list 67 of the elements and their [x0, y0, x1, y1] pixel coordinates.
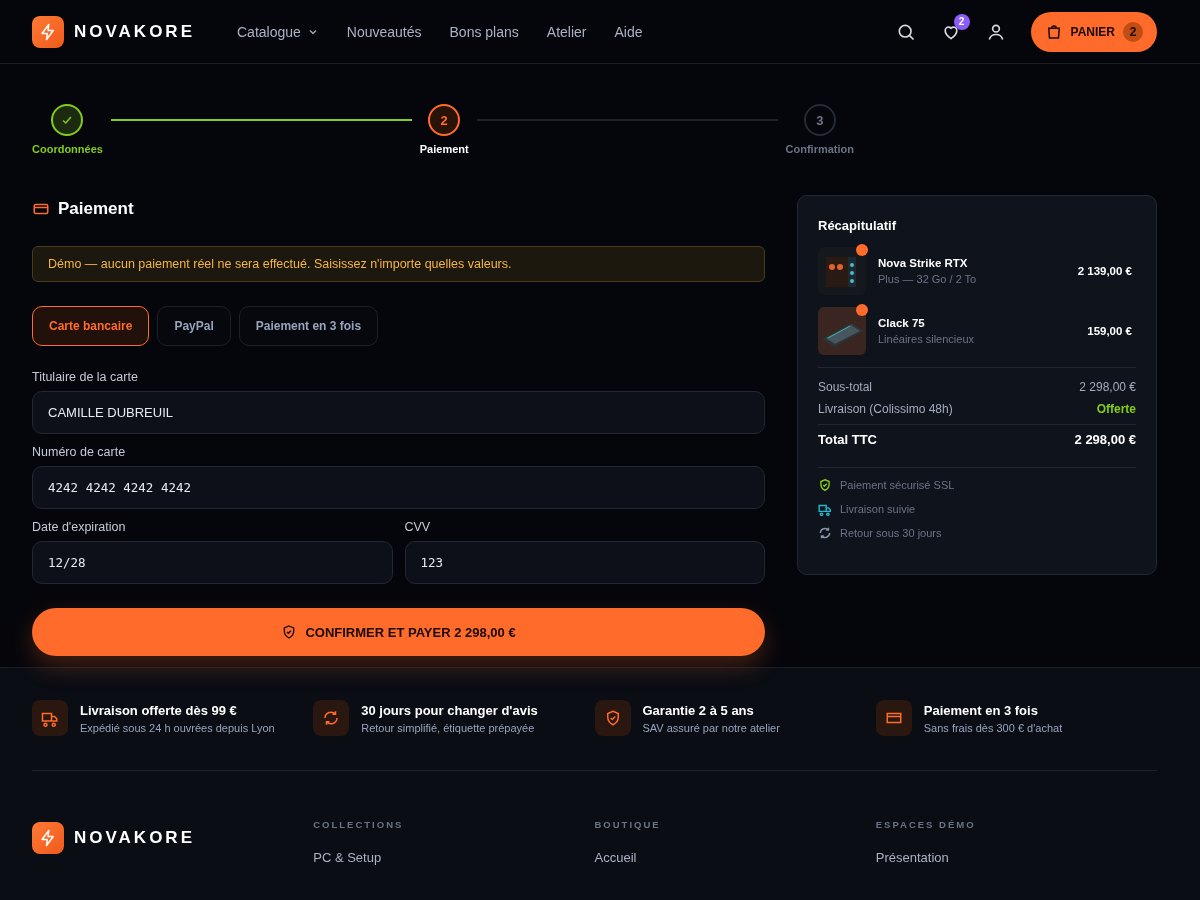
feature-text: SAV assuré par notre atelier — [642, 721, 780, 734]
field-label: CVV — [404, 520, 432, 534]
column-heading: COLLECTIONS — [313, 819, 405, 830]
summary-label: Livraison (Colissimo 48h) — [818, 402, 953, 416]
step-label: Coordonnées — [32, 143, 103, 155]
summary-value: 2 298,00 € — [1074, 432, 1136, 447]
summary-value: Offerte — [1096, 402, 1136, 416]
quantity-badge — [856, 244, 868, 256]
payment-method-tab[interactable]: Paiement en 3 fois — [238, 306, 379, 346]
step-circle: 3 — [803, 104, 836, 136]
field-label: Numéro de carte — [32, 445, 127, 459]
nav-link[interactable]: Catalogue — [237, 23, 319, 40]
quantity-badge — [856, 304, 868, 316]
footer-link[interactable]: Présentation — [875, 850, 1157, 865]
card-icon — [875, 700, 912, 736]
feature-title: Livraison offerte dès 99 € — [80, 702, 238, 718]
summary-label: Total TTC — [818, 432, 877, 447]
cart-button[interactable]: PANIER 2 — [1030, 11, 1157, 52]
truck-icon — [32, 700, 68, 736]
payment-method-tab[interactable]: Carte bancaire — [32, 306, 150, 346]
footer-link[interactable]: PC & Setup — [313, 850, 595, 865]
feature-text: Expédié sous 24 h ouvrées depuis Lyon — [80, 721, 275, 734]
feature-title: 30 jours pour changer d'avis — [361, 702, 538, 718]
assurance-text: Livraison suivie — [840, 503, 916, 515]
count-badge: 2 — [1123, 21, 1143, 42]
demo-notice: Démo — aucun paiement réel ne sera effectué. Saisissez n'importe quelles valeurs. — [32, 246, 765, 282]
logo-icon[interactable] — [32, 822, 64, 854]
column-heading: ESPACES DÉMO — [875, 819, 977, 830]
brand-name[interactable]: NOVAKORE — [74, 21, 195, 42]
refresh-icon — [313, 700, 350, 736]
column-heading: BOUTIQUE — [594, 819, 662, 830]
nav-link[interactable]: Aide — [614, 23, 643, 40]
field-label: Titulaire de la carte — [32, 370, 139, 384]
assurance-text: Paiement sécurisé SSL — [840, 479, 955, 491]
logo-icon[interactable] — [32, 15, 64, 48]
feature-title: Paiement en 3 fois — [923, 702, 1039, 718]
footer-link[interactable]: Accueil — [594, 850, 876, 865]
product-variant: Plus — 32 Go / 2 To — [878, 273, 978, 285]
summary-value: 2 298,00 € — [1079, 380, 1136, 394]
feature-text: Retour simplifié, étiquette prépayée — [361, 721, 536, 734]
product-name: Nova Strike RTX — [878, 257, 969, 269]
shield-icon — [594, 700, 631, 736]
step-label: Paiement — [419, 143, 469, 155]
nav-link[interactable]: Bons plans — [449, 23, 519, 40]
input-field[interactable]: 123 — [404, 541, 765, 584]
input-field[interactable]: 4242 4242 4242 4242 — [32, 466, 765, 509]
step-label: Confirmation — [785, 143, 854, 155]
nav-link[interactable]: Nouveautés — [346, 23, 422, 40]
assurance-text: Retour sous 30 jours — [840, 527, 942, 539]
product-price: 159,00 € — [1087, 325, 1132, 337]
summary-label: Sous-total — [818, 380, 873, 394]
step-circle: 2 — [428, 104, 461, 136]
input-field[interactable]: CAMILLE DUBREUIL — [32, 391, 765, 434]
nav-link[interactable]: Atelier — [546, 23, 587, 40]
product-name: Clack 75 — [878, 317, 926, 329]
product-price: 2 139,00 € — [1077, 265, 1132, 277]
summary-title: Récapitulatif — [818, 218, 897, 233]
field-label: Date d'expiration — [32, 520, 127, 534]
count-badge: 2 — [953, 13, 970, 30]
feature-title: Garantie 2 à 5 ans — [642, 702, 755, 718]
payment-method-tab[interactable]: PayPal — [157, 306, 231, 346]
pay-button[interactable]: CONFIRMER ET PAYER 2 298,00 € — [32, 608, 765, 656]
brand-name[interactable]: NOVAKORE — [74, 828, 195, 848]
feature-text: Sans frais dès 300 € d'achat — [923, 721, 1063, 734]
product-variant: Linéaires silencieux — [878, 333, 975, 345]
section-title: Paiement — [58, 199, 134, 219]
input-field[interactable]: 12/28 — [32, 541, 393, 584]
